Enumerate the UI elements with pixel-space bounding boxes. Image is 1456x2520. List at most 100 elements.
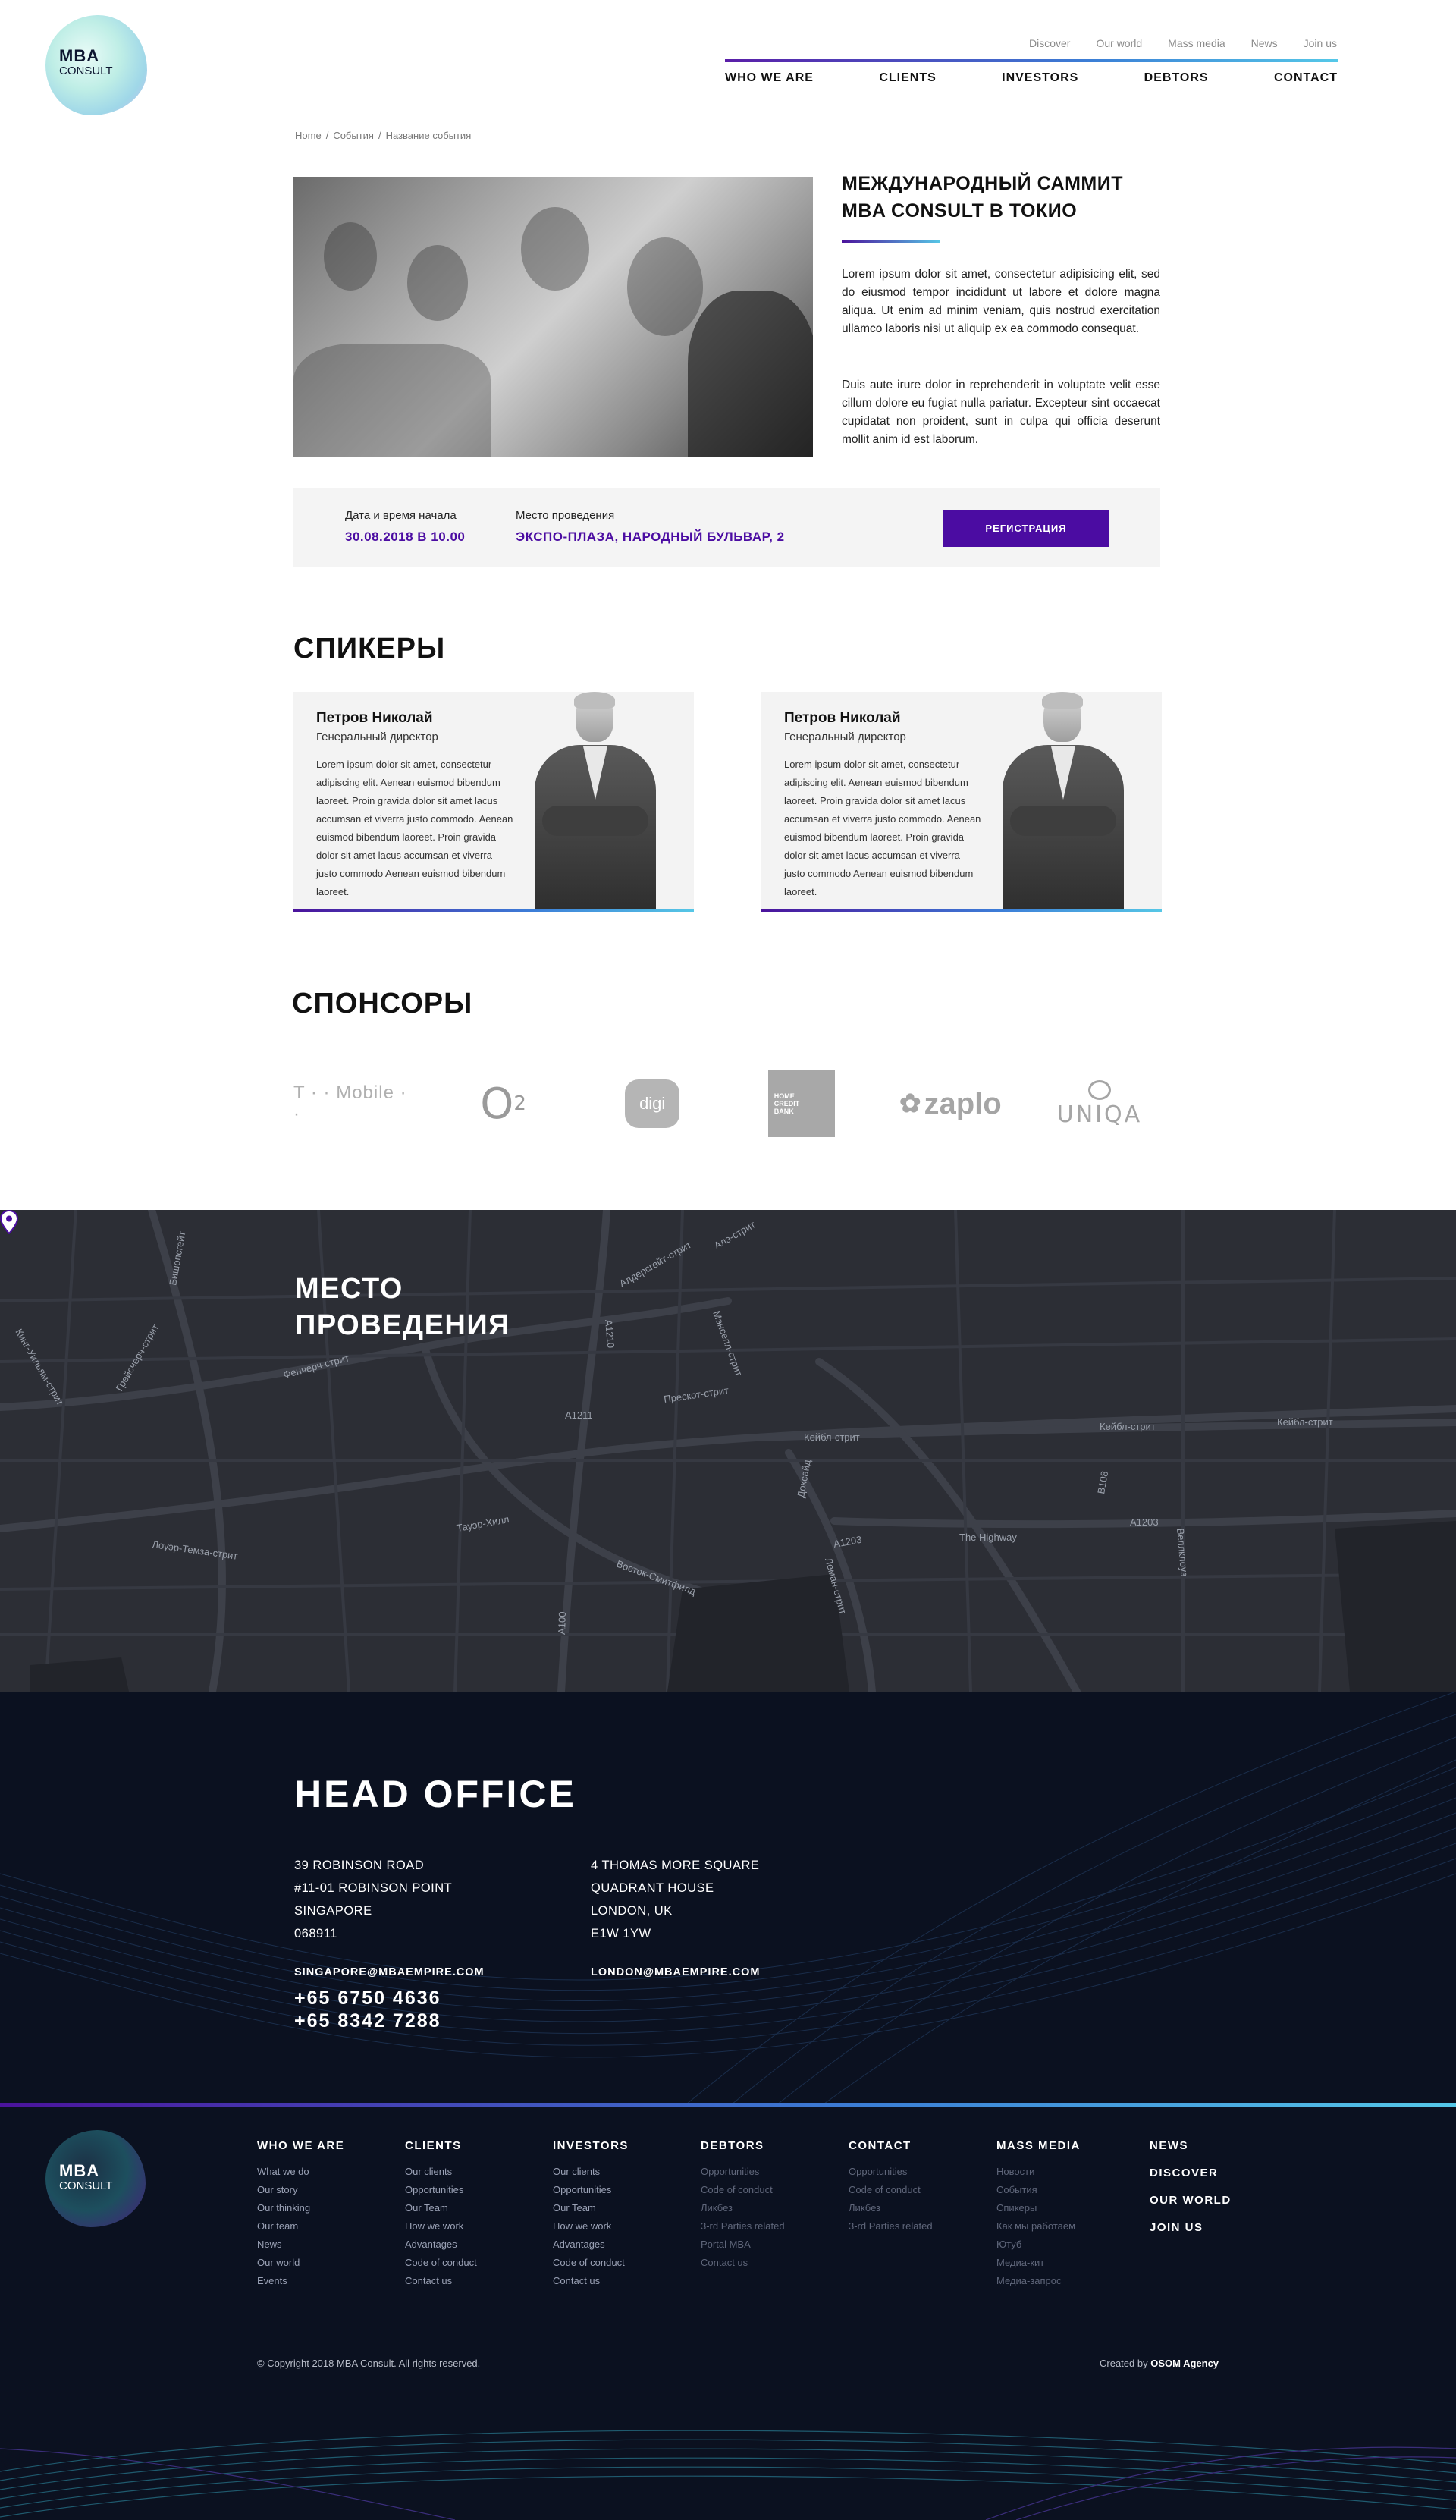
footer-link[interactable]: Advantages xyxy=(405,2236,477,2254)
sponsor-logo-uniqa[interactable]: UNIQA xyxy=(1039,1070,1160,1138)
footer-link[interactable]: 3-rd Parties related xyxy=(701,2217,785,2236)
street-label: Грейсчерч-стрит xyxy=(114,1322,162,1394)
top-link-discover[interactable]: Discover xyxy=(1029,37,1070,49)
title-underline xyxy=(842,240,940,243)
speaker-name: Петров Николай xyxy=(316,710,433,726)
photo-shape xyxy=(688,291,813,457)
speakers-title: СПИКЕРЫ xyxy=(293,633,446,665)
footer-link[interactable]: What we do xyxy=(257,2163,344,2181)
sponsor-logo-digi-wrap[interactable]: digi xyxy=(592,1070,713,1138)
footer-link[interactable]: Events xyxy=(257,2272,344,2290)
o2-sub: 2 xyxy=(513,1092,526,1115)
street-label: Тауэр-Хилл xyxy=(456,1513,510,1534)
footer-link-news[interactable]: NEWS xyxy=(1150,2139,1232,2152)
breadcrumb-separator: / xyxy=(325,130,329,141)
home-credit-line: HOME xyxy=(774,1092,795,1100)
event-description-2: Duis aute irure dolor in reprehenderit i… xyxy=(842,379,1160,446)
photo-shape xyxy=(574,692,615,709)
top-link-mass-media[interactable]: Mass media xyxy=(1168,37,1225,49)
footer-link[interactable]: Code of conduct xyxy=(405,2254,477,2272)
footer-column-title[interactable]: INVESTORS xyxy=(553,2139,629,2152)
footer-logo[interactable]: MBA CONSULT xyxy=(46,2130,146,2227)
phone-2[interactable]: +65 8342 7288 xyxy=(294,2010,441,2032)
wave-line xyxy=(0,2448,456,2520)
footer-column-title[interactable]: CLIENTS xyxy=(405,2139,477,2152)
top-link-join-us[interactable]: Join us xyxy=(1304,37,1337,49)
footer-link[interactable]: События xyxy=(996,2181,1081,2199)
footer-link[interactable]: Спикеры xyxy=(996,2199,1081,2217)
footer-link[interactable]: Our thinking xyxy=(257,2199,344,2217)
nav-contact[interactable]: CONTACT xyxy=(1274,71,1338,85)
top-link-our-world[interactable]: Our world xyxy=(1096,37,1142,49)
sponsor-logo-home-credit-wrap[interactable]: HOME CREDIT BANK xyxy=(741,1070,862,1138)
footer-link[interactable]: Ликбез xyxy=(849,2199,933,2217)
footer-link[interactable]: Как мы работаем xyxy=(996,2217,1081,2236)
footer-link-join-us[interactable]: JOIN US xyxy=(1150,2221,1232,2234)
footer-link[interactable]: Our clients xyxy=(405,2163,477,2181)
footer-link[interactable]: Our team xyxy=(257,2217,344,2236)
footer-link[interactable]: Opportunities xyxy=(701,2163,785,2181)
address-line: E1W 1YW xyxy=(591,1927,651,1940)
footer-link[interactable]: Our Team xyxy=(405,2199,477,2217)
footer-link[interactable]: Our clients xyxy=(553,2163,629,2181)
nav-investors[interactable]: INVESTORS xyxy=(1002,71,1078,85)
photo-shape xyxy=(407,245,468,321)
created-by-agency-link[interactable]: OSOM Agency xyxy=(1150,2358,1219,2369)
sponsor-logo-zaplo[interactable]: ✿ zaplo xyxy=(890,1070,1011,1138)
footer-link[interactable]: Code of conduct xyxy=(553,2254,629,2272)
email-london[interactable]: LONDON@MBAEMPIRE.COM xyxy=(591,1966,760,1978)
footer-link[interactable]: Новости xyxy=(996,2163,1081,2181)
footer-link-list: Opportunities Code of conduct Ликбез 3-r… xyxy=(849,2163,933,2236)
footer-link[interactable]: Ютуб xyxy=(996,2236,1081,2254)
footer-link[interactable]: Contact us xyxy=(405,2272,477,2290)
footer-link[interactable]: Code of conduct xyxy=(849,2181,933,2199)
footer-column-contact: CONTACT Opportunities Code of conduct Ли… xyxy=(849,2139,933,2236)
breadcrumb-home[interactable]: Home xyxy=(295,130,322,141)
footer-link[interactable]: Advantages xyxy=(553,2236,629,2254)
footer-column-title[interactable]: MASS MEDIA xyxy=(996,2139,1081,2152)
address-line: 39 ROBINSON ROAD xyxy=(294,1859,425,1872)
footer-link[interactable]: Opportunities xyxy=(553,2181,629,2199)
footer-column-title[interactable]: DEBTORS xyxy=(701,2139,785,2152)
footer-link[interactable]: News xyxy=(257,2236,344,2254)
map-pin-icon[interactable] xyxy=(0,1210,18,1234)
nav-who-we-are[interactable]: WHO WE ARE xyxy=(725,71,814,85)
footer-link[interactable]: Медиа-кит xyxy=(996,2254,1081,2272)
footer-link[interactable]: Opportunities xyxy=(405,2181,477,2199)
nav-debtors[interactable]: DEBTORS xyxy=(1144,71,1209,85)
footer-link[interactable]: Our Team xyxy=(553,2199,629,2217)
footer-link-our-world[interactable]: OUR WORLD xyxy=(1150,2194,1232,2207)
footer-link-discover[interactable]: DISCOVER xyxy=(1150,2167,1232,2179)
phone-1[interactable]: +65 6750 4636 xyxy=(294,1987,441,2009)
footer-link[interactable]: Portal MBA xyxy=(701,2236,785,2254)
address-london: 4 THOMAS MORE SQUARE QUADRANT HOUSE LOND… xyxy=(591,1854,759,1945)
sponsor-logo-o2[interactable]: O2 xyxy=(443,1070,564,1138)
venue-map[interactable]: Алдерсгейт-стрит Кейбл-стрит Кейбл-стрит… xyxy=(0,1210,1456,1692)
speaker-role: Генеральный директор xyxy=(316,731,438,743)
email-singapore[interactable]: SINGAPORE@MBAEMPIRE.COM xyxy=(294,1966,485,1978)
footer-link[interactable]: Медиа-запрос xyxy=(996,2272,1081,2290)
footer-link[interactable]: Code of conduct xyxy=(701,2181,785,2199)
nav-clients[interactable]: CLIENTS xyxy=(879,71,936,85)
map-streets: Алдерсгейт-стрит Кейбл-стрит Кейбл-стрит… xyxy=(0,1210,1456,1692)
footer-link[interactable]: How we work xyxy=(553,2217,629,2236)
breadcrumb-current: Название события xyxy=(385,130,472,141)
sponsor-logo-tmobile[interactable]: T · · Mobile · · xyxy=(293,1070,415,1138)
footer-link[interactable]: Contact us xyxy=(701,2254,785,2272)
logo[interactable]: MBA CONSULT xyxy=(46,15,147,115)
breadcrumb-events[interactable]: События xyxy=(333,130,374,141)
speaker-card[interactable]: Петров Николай Генеральный директор Lore… xyxy=(293,692,694,912)
register-button[interactable]: РЕГИСТРАЦИЯ xyxy=(943,510,1109,547)
footer-link[interactable]: Ликбез xyxy=(701,2199,785,2217)
speaker-card[interactable]: Петров Николай Генеральный директор Lore… xyxy=(761,692,1162,912)
footer-column-who-we-are: WHO WE ARE What we do Our story Our thin… xyxy=(257,2139,344,2290)
top-link-news[interactable]: News xyxy=(1251,37,1278,49)
footer-column-title[interactable]: WHO WE ARE xyxy=(257,2139,344,2152)
footer-link[interactable]: How we work xyxy=(405,2217,477,2236)
footer-link[interactable]: Our story xyxy=(257,2181,344,2199)
footer-column-title[interactable]: CONTACT xyxy=(849,2139,933,2152)
footer-link[interactable]: Our world xyxy=(257,2254,344,2272)
footer-link[interactable]: 3-rd Parties related xyxy=(849,2217,933,2236)
footer-link[interactable]: Contact us xyxy=(553,2272,629,2290)
footer-link[interactable]: Opportunities xyxy=(849,2163,933,2181)
